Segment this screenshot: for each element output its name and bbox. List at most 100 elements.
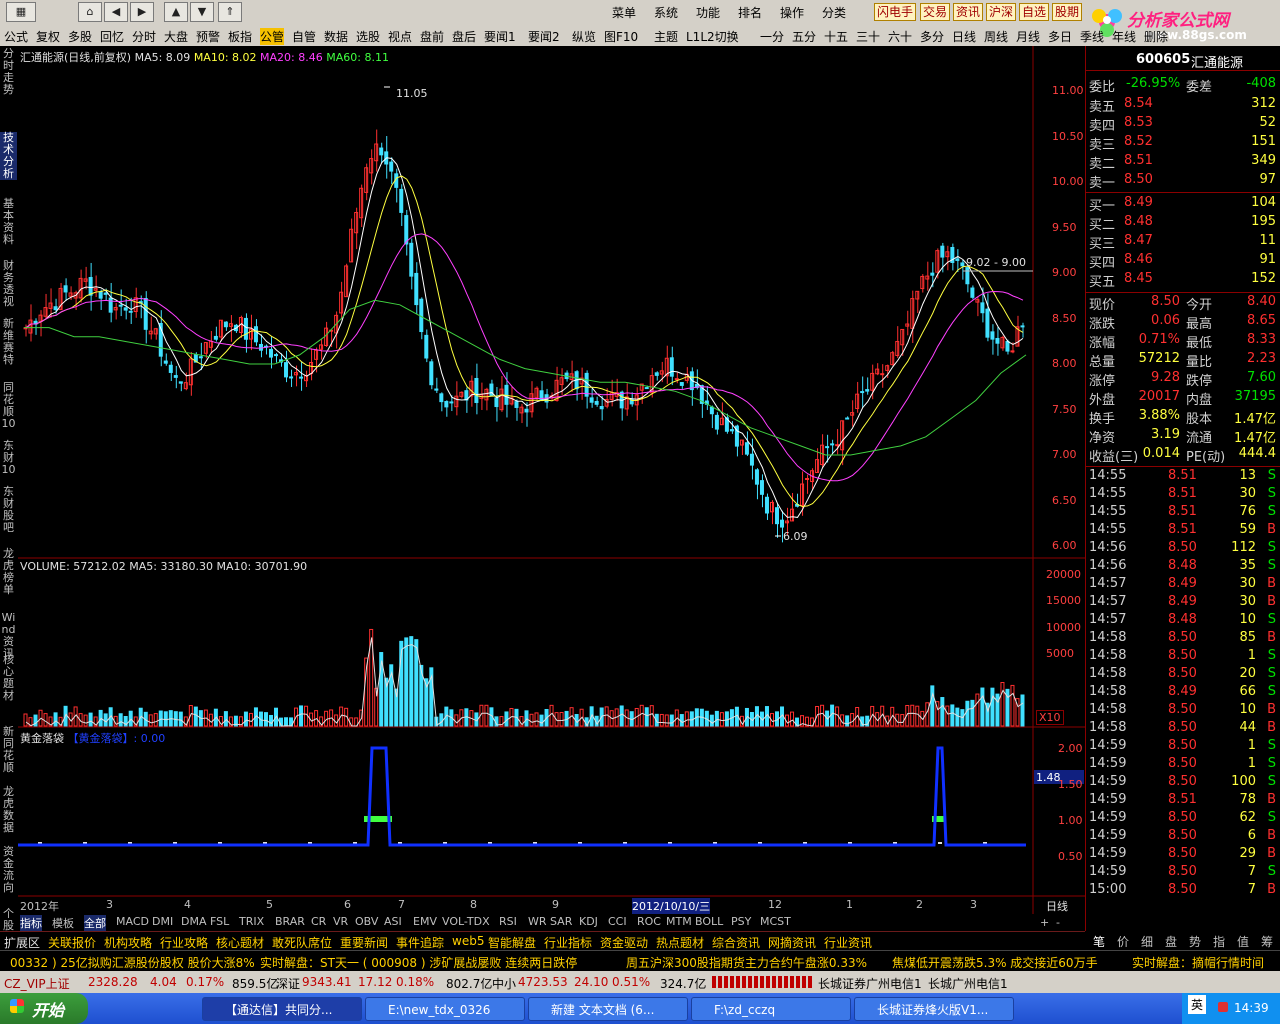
sidebar-tab[interactable]: 东财10 [0,440,17,476]
indicator-tab[interactable]: 全部 [84,915,106,931]
indicator-tab[interactable]: OBV [355,915,378,928]
sh-label[interactable]: CZ_VIP上证 [4,975,70,992]
toolbar-item[interactable]: 预警 [196,28,220,45]
info-tab[interactable]: 智能解盘 [488,934,536,951]
info-tab[interactable]: web5 [452,934,484,948]
info-tab[interactable]: 关联报价 [48,934,96,951]
forward-icon[interactable]: ▶ [130,2,154,22]
indicator-tab[interactable]: CCI [608,915,627,928]
quote-tab[interactable]: 筹 [1261,933,1273,950]
quote-tab[interactable]: 笔 [1093,933,1105,950]
task-explorer-zd[interactable]: F:\zd_cczq [691,997,851,1021]
info-tab[interactable]: 敢死队席位 [272,934,332,951]
toolbar-item[interactable]: 多分 [920,28,944,45]
task-explorer-tdx[interactable]: E:\new_tdx_0326 [365,997,525,1021]
toolbar-item[interactable]: 选股 [356,28,380,45]
menu-ranking[interactable]: 排名 [738,4,762,21]
info-tab[interactable]: 核心题材 [216,934,264,951]
up-icon[interactable]: ▲ [164,2,188,22]
info-tab[interactable]: 行业攻略 [160,934,208,951]
indicator-tab[interactable]: CR [311,915,326,928]
indicator-tab[interactable]: VOL-TDX [442,915,490,928]
toolbar-item[interactable]: 数据 [324,28,348,45]
quick-news-button[interactable]: 资讯 [953,3,984,21]
toolbar-item[interactable]: 盘前 [420,28,444,45]
info-tab[interactable]: 行业资讯 [824,934,872,951]
quick-flash-button[interactable]: 闪电手 [874,3,917,21]
indicator-tab[interactable]: ASI [384,915,402,928]
app-icon[interactable]: ▦ [6,2,36,22]
ticker-item[interactable]: 实时解盘：摘帽行情时间 [1132,954,1264,971]
indicator-tab[interactable]: KDJ [579,915,598,928]
toolbar-item[interactable]: 日线 [952,28,976,45]
quote-tab[interactable]: 细 [1141,933,1153,950]
toolbar-item[interactable]: 十五 [824,28,848,45]
indicator-tab[interactable]: VR [333,915,348,928]
sidebar-tab[interactable]: 龙虎数据 [0,786,17,834]
news-ticker[interactable]: 00332 ) 25亿拟购汇源股份股权 股价大涨8% 实时解盘：ST天一 ( 00… [0,950,1280,971]
back-icon[interactable]: ◀ [104,2,128,22]
quote-tab[interactable]: 价 [1117,933,1129,950]
quote-tab[interactable]: 值 [1237,933,1249,950]
bid-row[interactable]: 买四 8.46 91 [1086,252,1280,271]
collapse-icon[interactable]: ⇑ [218,2,242,22]
toolbar-item[interactable]: 公式 [4,28,28,45]
toolbar-item[interactable]: 图F10 [604,28,638,45]
indicator-tab[interactable]: SAR [550,915,572,928]
toolbar-item[interactable]: 月线 [1016,28,1040,45]
info-tab[interactable]: 事件追踪 [396,934,444,951]
down-icon[interactable]: ▼ [190,2,214,22]
toolbar-item[interactable]: 纵览 [572,28,596,45]
info-tab[interactable]: 网摘资讯 [768,934,816,951]
indicator-tab[interactable]: PSY [731,915,751,928]
toolbar-item[interactable]: 年线 [1112,28,1136,45]
menu-system[interactable]: 系统 [654,4,678,21]
toolbar-item[interactable]: 复权 [36,28,60,45]
kline-chart[interactable] [18,46,1085,914]
bid-row[interactable]: 买二 8.48 195 [1086,214,1280,233]
quick-watchlist-button[interactable]: 自选 [1019,3,1050,21]
toolbar-item[interactable]: 五分 [792,28,816,45]
toolbar-item[interactable]: 自管 [292,28,316,45]
bid-row[interactable]: 买三 8.47 11 [1086,233,1280,252]
indicator-tab[interactable]: BRAR [275,915,305,928]
quote-tab[interactable]: 势 [1189,933,1201,950]
indicator-tab[interactable]: MTM [666,915,692,928]
ask-row[interactable]: 卖五 8.54 312 [1086,96,1280,115]
quote-tab[interactable]: 指 [1213,933,1225,950]
indicator-tab[interactable]: TRIX [239,915,264,928]
zoom-minus-button[interactable]: - [1056,916,1060,929]
bid-row[interactable]: 买五 8.45 152 [1086,271,1280,290]
toolbar-item[interactable]: 回忆 [100,28,124,45]
toolbar-item[interactable]: 大盘 [164,28,188,45]
home-icon[interactable]: ⌂ [78,2,102,22]
toolbar-item[interactable]: 公管 [260,28,285,45]
toolbar-item[interactable]: 三十 [856,28,880,45]
toolbar-item[interactable]: 板指 [228,28,252,45]
toolbar-item[interactable]: 多日 [1048,28,1072,45]
bid-row[interactable]: 买一 8.49 104 [1086,195,1280,214]
indicator-tab[interactable]: DMA [181,915,207,928]
info-tab[interactable]: 资金驱动 [600,934,648,951]
info-tab[interactable]: 热点题材 [656,934,704,951]
ticker-item[interactable]: 焦煤低开震荡跌5.3% 成交接近60万手 [892,954,1098,971]
indicator-tab[interactable]: WR [528,915,547,928]
indicator-tab[interactable]: RSI [499,915,517,928]
sidebar-tab[interactable]: 核心题材 [0,654,17,702]
toolbar-item[interactable]: 分时 [132,28,156,45]
task-tdx[interactable]: 【通达信】共同分... [202,997,362,1021]
sidebar-tab[interactable]: 个股 [0,908,17,932]
sidebar-tab[interactable]: 基本资料 [0,198,17,246]
ask-row[interactable]: 卖一 8.50 97 [1086,172,1280,191]
indicator-tab[interactable]: 模板 [52,915,74,931]
sidebar-tab[interactable]: 财务透视 [0,260,17,308]
quick-futures-button[interactable]: 股期 [1052,3,1083,21]
sidebar-tab[interactable]: 分时走势 [0,48,17,96]
indicator-tab[interactable]: FSL [210,915,229,928]
menu-function[interactable]: 功能 [696,4,720,21]
sidebar-tab[interactable]: 技术分析 [0,132,17,180]
menu-main[interactable]: 菜单 [612,4,636,21]
indicator-tab[interactable]: ROC [637,915,661,928]
indicator-tab[interactable]: MCST [760,915,791,928]
indicator-tab[interactable]: DMI [152,915,173,928]
